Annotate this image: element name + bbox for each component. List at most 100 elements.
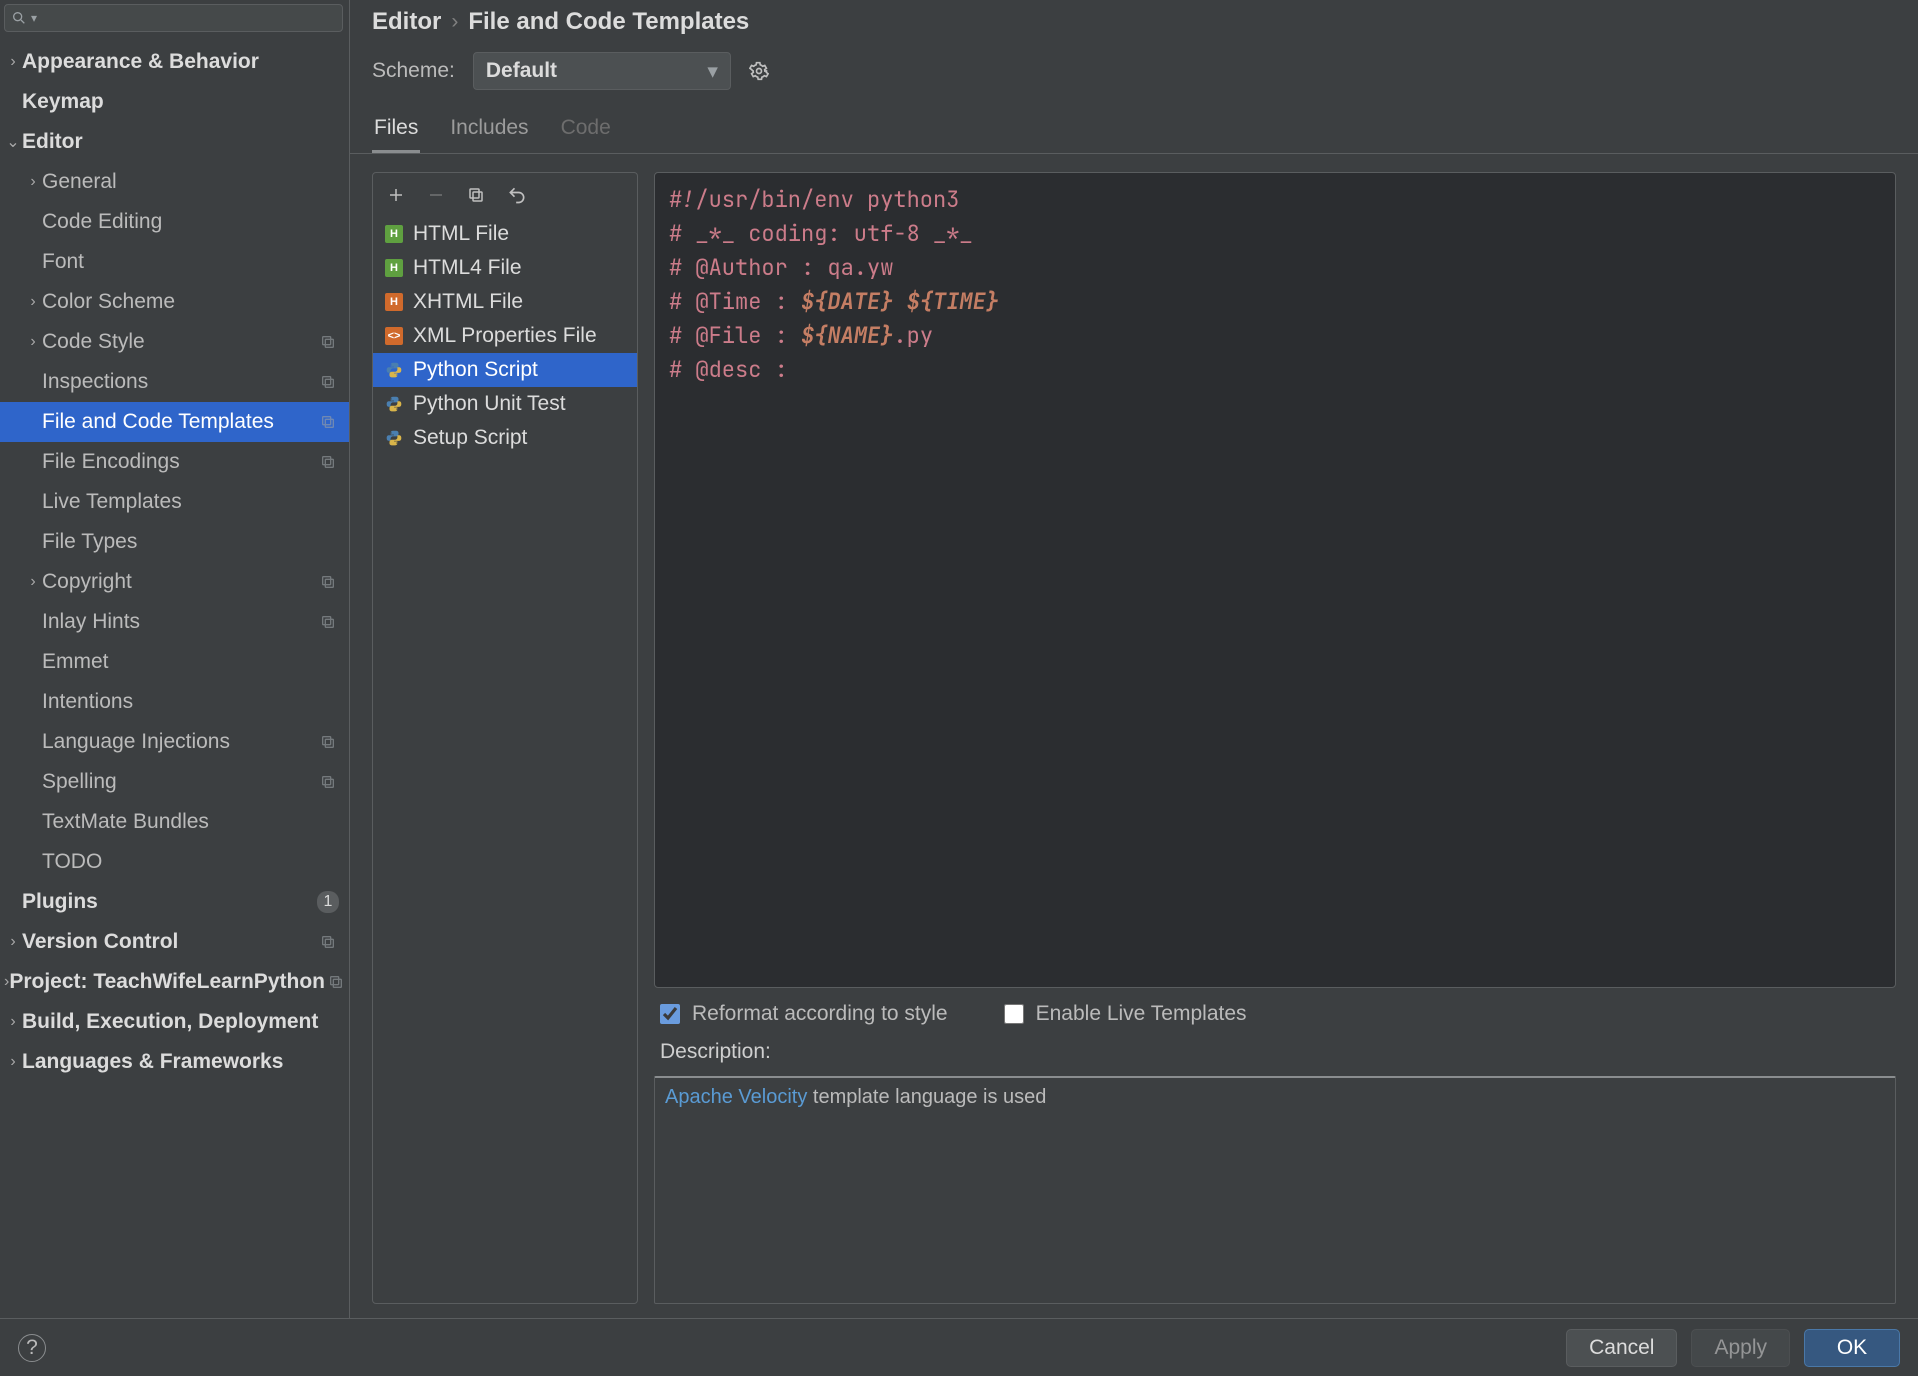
settings-main: Editor › File and Code Templates Scheme:… [350, 0, 1918, 1318]
sidebar-item[interactable]: ›Languages & Frameworks [0, 1042, 349, 1082]
sidebar-item-label: Inspections [42, 370, 317, 394]
sidebar-item-label: Version Control [22, 930, 317, 954]
project-scope-icon [317, 371, 339, 393]
sidebar-item-label: Keymap [22, 90, 339, 114]
reformat-checkbox[interactable]: Reformat according to style [660, 1002, 948, 1026]
sidebar-item[interactable]: ›Color Scheme [0, 282, 349, 322]
sidebar-item[interactable]: File and Code Templates [0, 402, 349, 442]
sidebar-item[interactable]: ⌄Editor [0, 122, 349, 162]
add-icon[interactable] [387, 186, 405, 204]
template-item[interactable]: Python Script [373, 353, 637, 387]
gear-icon[interactable] [749, 61, 769, 81]
template-item[interactable]: HHTML File [373, 217, 637, 251]
sidebar-item[interactable]: Language Injections [0, 722, 349, 762]
template-tabs: FilesIncludesCode [350, 108, 1918, 154]
remove-icon [427, 186, 445, 204]
template-item[interactable]: HXHTML File [373, 285, 637, 319]
sidebar-item[interactable]: ›Copyright [0, 562, 349, 602]
help-button[interactable]: ? [18, 1334, 46, 1362]
chevron-right-icon[interactable]: › [4, 1053, 22, 1071]
chevron-right-icon[interactable]: › [4, 1013, 22, 1031]
template-code[interactable]: #!/usr/bin/env python3 # _*_ coding: utf… [654, 172, 1896, 988]
template-item-label: Setup Script [413, 426, 527, 450]
sidebar-item[interactable]: Inspections [0, 362, 349, 402]
live-templates-checkbox[interactable]: Enable Live Templates [1004, 1002, 1247, 1026]
sidebar-item[interactable]: Spelling [0, 762, 349, 802]
template-item[interactable]: Setup Script [373, 421, 637, 455]
chevron-right-icon[interactable]: › [24, 173, 42, 191]
project-scope-icon [317, 411, 339, 433]
sidebar-item-label: Code Editing [42, 210, 339, 234]
breadcrumb-root[interactable]: Editor [372, 8, 441, 36]
sidebar-item[interactable]: Font [0, 242, 349, 282]
chevron-down-icon[interactable]: ⌄ [4, 132, 22, 152]
ok-button[interactable]: OK [1804, 1329, 1900, 1367]
sidebar-item[interactable]: TextMate Bundles [0, 802, 349, 842]
sidebar-item-label: Font [42, 250, 339, 274]
template-item[interactable]: Python Unit Test [373, 387, 637, 421]
scheme-label: Scheme: [372, 59, 455, 83]
chevron-down-icon: ▾ [31, 11, 37, 25]
chevron-right-icon[interactable]: › [24, 293, 42, 311]
live-label: Enable Live Templates [1036, 1002, 1247, 1026]
sidebar-item[interactable]: ›Build, Execution, Deployment [0, 1002, 349, 1042]
sidebar-item[interactable]: Inlay Hints [0, 602, 349, 642]
scheme-select[interactable]: Default ▾ [473, 52, 731, 90]
sidebar-item-label: File and Code Templates [42, 410, 317, 434]
dialog-footer: ? Cancel Apply OK [0, 1318, 1918, 1376]
sidebar-item[interactable]: Intentions [0, 682, 349, 722]
sidebar-item[interactable]: Plugins1 [0, 882, 349, 922]
sidebar-item-label: Build, Execution, Deployment [22, 1010, 339, 1034]
chevron-right-icon[interactable]: › [24, 573, 42, 591]
html-file-icon: H [385, 259, 403, 277]
sidebar-item-label: TODO [42, 850, 339, 874]
template-item[interactable]: <>XML Properties File [373, 319, 637, 353]
sidebar-item-label: File Encodings [42, 450, 317, 474]
sidebar-item[interactable]: Keymap [0, 82, 349, 122]
sidebar-item-label: Copyright [42, 570, 317, 594]
apply-button: Apply [1691, 1329, 1790, 1367]
sidebar-item[interactable]: ›Project: TeachWifeLearnPython [0, 962, 349, 1002]
py-file-icon [385, 395, 403, 413]
breadcrumb-separator: › [451, 10, 458, 34]
sidebar-item[interactable]: Emmet [0, 642, 349, 682]
sidebar-item[interactable]: Code Editing [0, 202, 349, 242]
sidebar-item[interactable]: ›Code Style [0, 322, 349, 362]
chevron-right-icon[interactable]: › [4, 933, 22, 951]
sidebar-item[interactable]: Live Templates [0, 482, 349, 522]
template-list[interactable]: HHTML FileHHTML4 FileHXHTML File<>XML Pr… [373, 217, 637, 1303]
template-item-label: Python Script [413, 358, 538, 382]
sidebar-item[interactable]: ›Version Control [0, 922, 349, 962]
sidebar-item[interactable]: File Encodings [0, 442, 349, 482]
sidebar-item-label: Color Scheme [42, 290, 339, 314]
cancel-button[interactable]: Cancel [1566, 1329, 1677, 1367]
sidebar-item-label: Live Templates [42, 490, 339, 514]
sidebar-item-label: Plugins [22, 890, 317, 914]
sidebar-item-label: Language Injections [42, 730, 317, 754]
settings-tree[interactable]: ›Appearance & BehaviorKeymap⌄Editor›Gene… [0, 38, 349, 1318]
sidebar-item-label: TextMate Bundles [42, 810, 339, 834]
copy-icon[interactable] [467, 186, 485, 204]
undo-icon[interactable] [507, 185, 527, 205]
chevron-right-icon[interactable]: › [24, 333, 42, 351]
tab[interactable]: Includes [448, 108, 530, 153]
search-box[interactable]: ▾ [4, 4, 343, 32]
velocity-link[interactable]: Apache Velocity [665, 1086, 807, 1108]
sidebar-item[interactable]: ›General [0, 162, 349, 202]
tab[interactable]: Files [372, 108, 420, 153]
sidebar-item-label: Spelling [42, 770, 317, 794]
template-item-label: HTML File [413, 222, 509, 246]
sidebar-item[interactable]: TODO [0, 842, 349, 882]
template-item-label: XML Properties File [413, 324, 597, 348]
chevron-right-icon[interactable]: › [4, 53, 22, 71]
sidebar-item-label: Emmet [42, 650, 339, 674]
search-input[interactable] [41, 5, 336, 31]
sidebar-item[interactable]: ›Appearance & Behavior [0, 42, 349, 82]
sidebar-item-label: Intentions [42, 690, 339, 714]
project-scope-icon [317, 771, 339, 793]
template-list-panel: HHTML FileHHTML4 FileHXHTML File<>XML Pr… [372, 172, 638, 1304]
sidebar-item-label: Editor [22, 130, 339, 154]
project-scope-icon [317, 331, 339, 353]
sidebar-item[interactable]: File Types [0, 522, 349, 562]
template-item[interactable]: HHTML4 File [373, 251, 637, 285]
